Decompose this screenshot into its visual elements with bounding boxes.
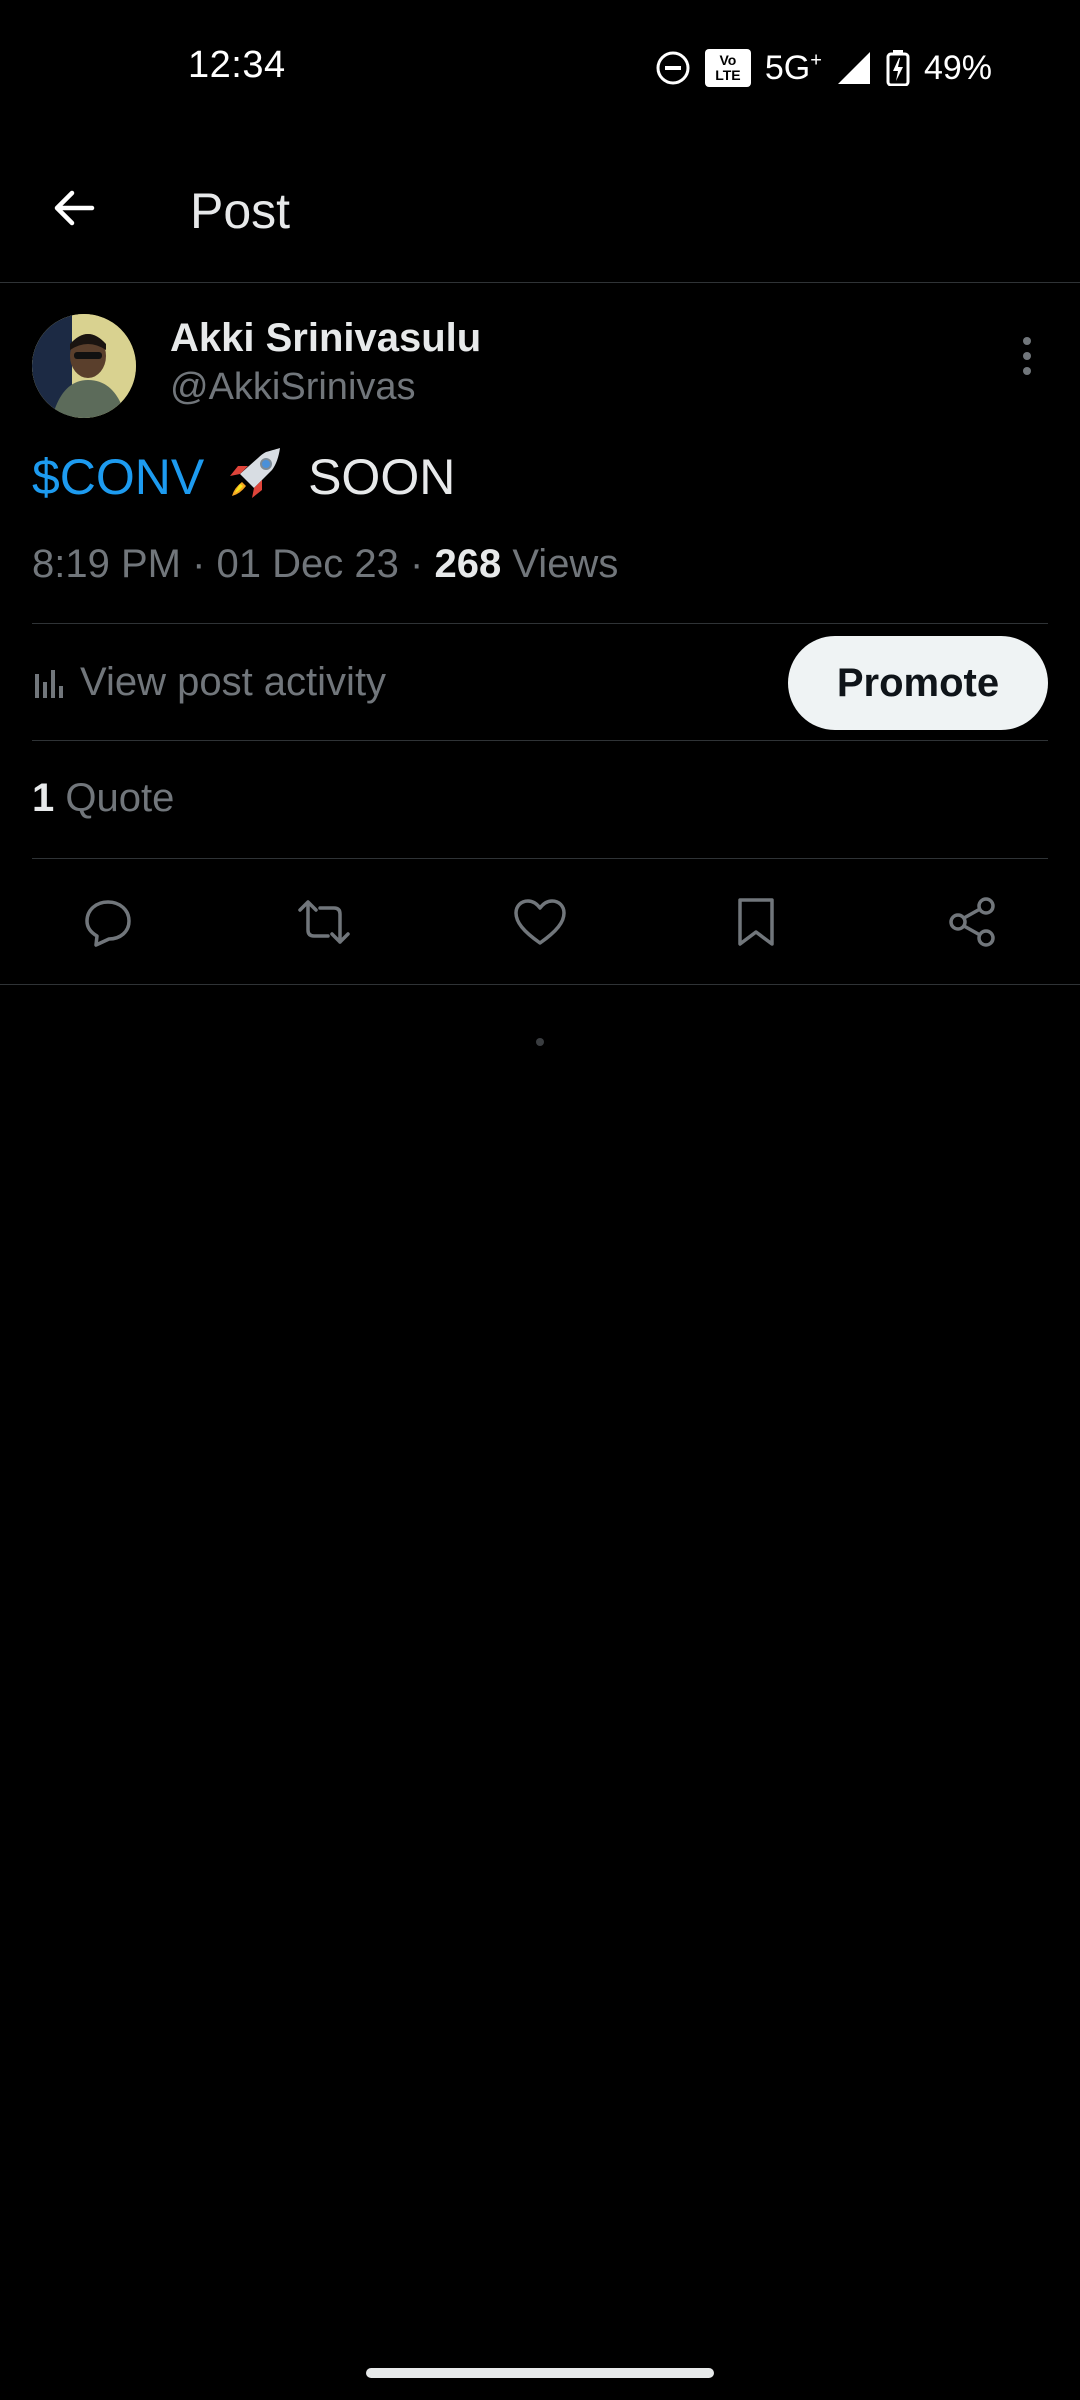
share-icon xyxy=(949,897,995,947)
cashtag-link[interactable]: $CONV xyxy=(32,449,204,505)
volte-icon: Vo LTE xyxy=(704,49,751,87)
bookmark-icon xyxy=(738,898,774,946)
like-icon xyxy=(514,899,566,945)
views-count: 268 xyxy=(434,542,502,586)
divider xyxy=(32,858,1048,859)
status-icons: Vo LTE 5G+ 49% xyxy=(655,44,992,92)
quote-count: 1 xyxy=(32,776,55,820)
network-label: 5G xyxy=(764,48,811,87)
views-label: Views xyxy=(512,542,619,586)
arrow-left-icon xyxy=(54,190,95,226)
page-title: Post xyxy=(190,183,291,239)
post-action-bar xyxy=(0,860,1080,984)
volte-top-text: Vo xyxy=(719,52,737,68)
bookmark-button[interactable] xyxy=(728,894,784,950)
post-text: $CONV SOON xyxy=(32,446,455,506)
battery-charging-icon xyxy=(886,50,910,86)
like-button[interactable] xyxy=(512,894,568,950)
status-bar: 12:34 Vo LTE 5G+ 49% xyxy=(0,0,1080,136)
post-activity-row: View post activity Promote xyxy=(32,624,1048,740)
back-button[interactable] xyxy=(44,178,104,238)
meta-separator: · xyxy=(192,542,206,586)
loading-indicator xyxy=(536,1038,544,1046)
more-options-button[interactable] xyxy=(1010,334,1044,378)
volte-bottom-text: LTE xyxy=(715,67,741,83)
quote-count-link[interactable]: 1 Quote xyxy=(32,776,174,821)
avatar-image xyxy=(32,314,136,418)
network-suffix: + xyxy=(810,49,822,72)
reply-button[interactable] xyxy=(80,894,136,950)
meta-separator: · xyxy=(410,542,424,586)
post-time: 8:19 PM xyxy=(32,542,181,586)
view-post-activity-link[interactable]: View post activity xyxy=(32,660,386,705)
repost-icon xyxy=(298,900,350,944)
home-indicator[interactable] xyxy=(366,2368,714,2378)
post-meta: 8:19 PM · 01 Dec 23 · 268 Views xyxy=(32,542,618,587)
post-screen: 12:34 Vo LTE 5G+ 49% Post Akki Srinivasu… xyxy=(0,0,1080,2400)
divider xyxy=(32,740,1048,741)
bar-chart-icon xyxy=(35,669,63,698)
quote-label: Quote xyxy=(65,776,175,820)
share-button[interactable] xyxy=(944,894,1000,950)
signal-icon xyxy=(837,52,870,84)
repost-button[interactable] xyxy=(296,894,352,950)
battery-percent: 49% xyxy=(923,48,992,87)
post-text-rest: SOON xyxy=(308,449,456,505)
author-handle[interactable]: @AkkiSrinivas xyxy=(170,366,416,409)
divider xyxy=(0,984,1080,985)
more-vertical-icon xyxy=(1023,337,1031,375)
do-not-disturb-icon xyxy=(656,51,690,85)
author-name[interactable]: Akki Srinivasulu xyxy=(170,316,481,361)
post-date: 01 Dec 23 xyxy=(216,542,399,586)
avatar[interactable] xyxy=(32,314,136,418)
rocket-emoji xyxy=(230,448,281,498)
network-type: 5G+ xyxy=(765,49,822,88)
reply-icon xyxy=(85,900,131,947)
promote-button[interactable]: Promote xyxy=(788,636,1048,730)
top-app-bar: Post xyxy=(0,136,1080,283)
view-post-activity-label: View post activity xyxy=(80,660,387,704)
status-time: 12:34 xyxy=(188,44,286,86)
